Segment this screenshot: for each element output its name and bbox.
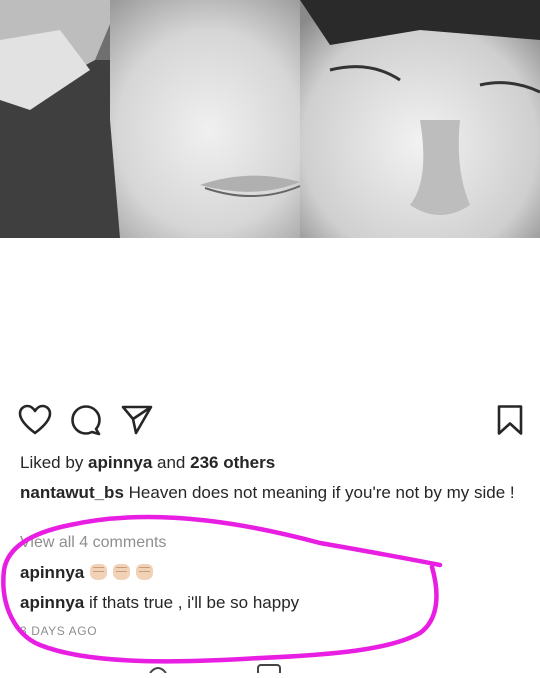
comment-item: apinnya [20, 562, 520, 584]
comment-username[interactable]: apinnya [20, 593, 84, 612]
liked-by-username[interactable]: apinnya [88, 453, 152, 472]
likes-middle: and [152, 453, 191, 472]
caption-text: Heaven does not meaning if you're not by… [123, 483, 515, 502]
caption-username[interactable]: nantawut_bs [20, 483, 124, 502]
post-caption: nantawut_bs Heaven does not meaning if y… [20, 482, 520, 504]
highlight-annotation [1, 514, 443, 664]
paper-plane-icon[interactable] [120, 404, 154, 436]
comment-text: if thats true , i'll be so happy [84, 593, 300, 612]
bookmark-icon[interactable] [496, 404, 524, 436]
post-action-bar [0, 398, 540, 442]
likes-line[interactable]: Liked by apinnya and 236 others [20, 452, 520, 474]
comment-bubble-icon[interactable] [70, 404, 102, 436]
likes-prefix: Liked by [20, 453, 89, 472]
likes-count[interactable]: 236 others [190, 453, 275, 472]
view-all-comments-link[interactable]: View all 4 comments [20, 532, 520, 554]
post-photo[interactable] [0, 0, 540, 238]
clapping-hands-icon [136, 564, 154, 580]
comment-username[interactable]: apinnya [20, 563, 84, 582]
clapping-hands-icon [90, 564, 108, 580]
clapping-hands-icon [113, 564, 131, 580]
comment-emoji [84, 563, 154, 582]
comment-item: apinnya if thats true , i'll be so happy [20, 592, 520, 614]
heart-icon[interactable] [18, 404, 52, 436]
post-photo-image [0, 0, 540, 238]
bottom-nav-bar [0, 660, 540, 676]
post-timestamp[interactable]: 3 DAYS AGO [20, 624, 520, 638]
